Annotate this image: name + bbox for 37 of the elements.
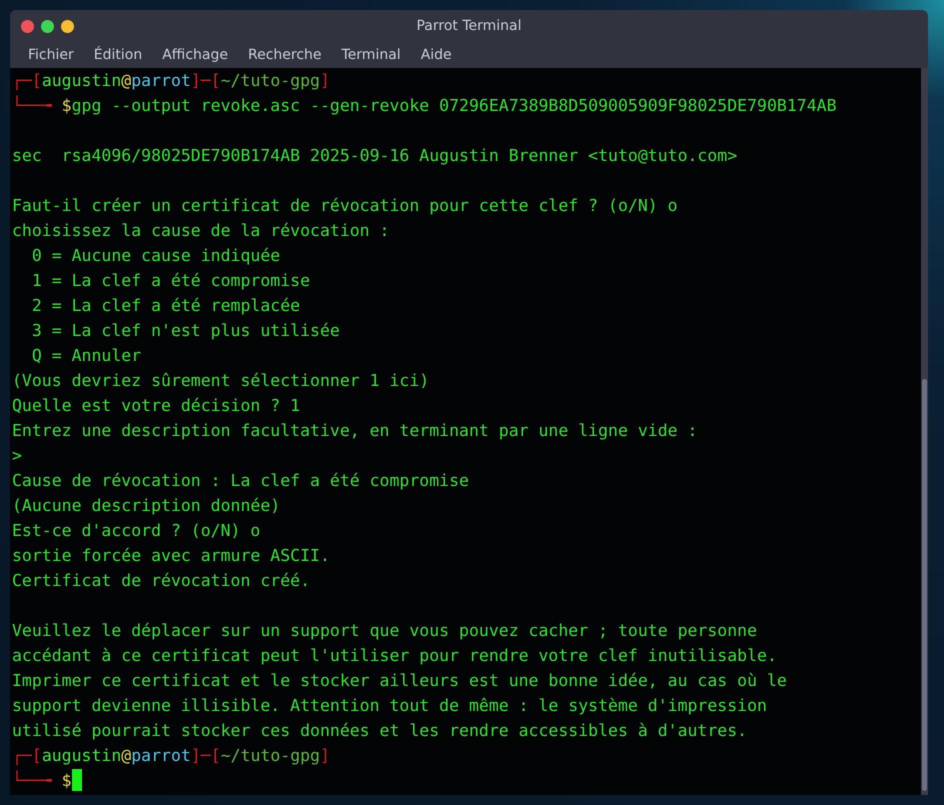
output-line: (Vous devriez sûrement sélectionner 1 ici) bbox=[12, 370, 430, 392]
output-line: 3 = La clef n'est plus utilisée bbox=[30, 320, 341, 342]
output-line: Faut-il créer un certificat de révocation pour cette clef ? (o/N) o bbox=[12, 195, 679, 217]
minimize-button[interactable] bbox=[61, 20, 74, 32]
maximize-button[interactable] bbox=[41, 20, 54, 32]
output-line: 0 = Aucune cause indiquée bbox=[30, 245, 282, 267]
command-line: └──╼ $ bbox=[12, 768, 919, 793]
output-line: Imprimer ce certificat et le stocker ailleurs est une bonne idée, au cas où le bbox=[12, 670, 788, 692]
menu-item[interactable]: Recherche bbox=[238, 47, 330, 63]
window-title: Parrot Terminal bbox=[415, 18, 523, 34]
prompt-header: ┌─[augustin@parrot]─[~/tuto-gpg] bbox=[12, 70, 331, 92]
output-line: > bbox=[12, 445, 23, 467]
output-line: 2 = La clef a été remplacée bbox=[30, 295, 302, 317]
output-line: Veuillez le déplacer sur un support que vous pouvez cacher ; toute personne bbox=[12, 620, 758, 642]
close-button[interactable] bbox=[21, 20, 34, 32]
output-line: choisissez la cause de la révocation : bbox=[12, 220, 390, 242]
output-line: sec rsa4096/98025DE790B174AB 2025-09-16 Augustin Brenner <tuto@tuto.com> bbox=[12, 145, 738, 167]
menu-item[interactable]: Affichage bbox=[152, 47, 236, 63]
command-line: └──╼ $gpg --output revoke.asc --gen-revoke 07296EA7389B8D509005909F98025DE790B174AB bbox=[12, 94, 838, 117]
menu-item[interactable]: Aide bbox=[410, 47, 460, 63]
output-line: Certificat de révocation créé. bbox=[12, 570, 312, 592]
output-line: (Aucune description donnée) bbox=[12, 495, 282, 517]
output-line: support devienne illisible. Attention tout de même : le système d'impression bbox=[12, 695, 768, 717]
output-line: sortie forcée avec armure ASCII. bbox=[12, 545, 331, 567]
output-line: Q = Annuler bbox=[30, 345, 142, 367]
output-line: 1 = La clef a été compromise bbox=[30, 270, 312, 292]
output-line: Cause de révocation : La clef a été compromise bbox=[12, 470, 470, 492]
menu-item[interactable]: Édition bbox=[84, 47, 150, 63]
menu-item[interactable]: Fichier bbox=[18, 47, 82, 63]
output-line: utilisé pourrait stocker ces données et les rendre accessibles à d'autres. bbox=[12, 720, 748, 742]
output-line: Quelle est votre décision ? 1 bbox=[12, 395, 302, 417]
output-line: accédant à ce certificat peut l'utiliser pour rendre votre clef inutilisable. bbox=[12, 645, 778, 667]
scrollbar[interactable] bbox=[921, 68, 928, 795]
menu-item[interactable]: Terminal bbox=[332, 47, 409, 63]
output-line: Est-ce d'accord ? (o/N) o bbox=[12, 520, 262, 542]
prompt-header: ┌─[augustin@parrot]─[~/tuto-gpg] bbox=[12, 745, 331, 768]
output-line: Entrez une description facultative, en terminant par une ligne vide : bbox=[12, 420, 698, 442]
